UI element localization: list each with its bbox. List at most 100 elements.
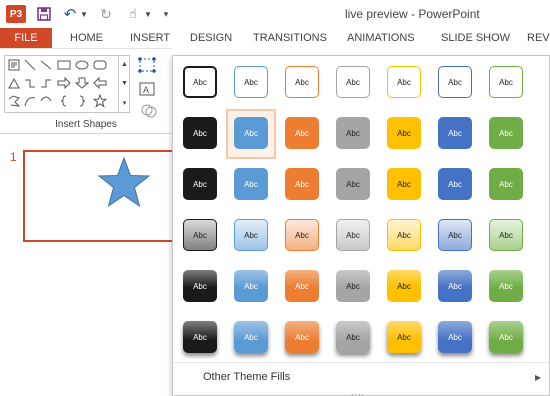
style-swatch-r6-c3[interactable]: Abc xyxy=(285,321,319,353)
style-swatch-r2-c2[interactable]: Abc xyxy=(234,117,268,149)
style-swatch-r3-c7[interactable]: Abc xyxy=(489,168,523,200)
style-swatch-r2-c4[interactable]: Abc xyxy=(336,117,370,149)
save-icon[interactable] xyxy=(36,5,52,23)
shape-styles-gallery: Other Theme Fills ▶ .... Abc Abc Abc Abc Abc… xyxy=(172,55,550,396)
tab-file[interactable]: FILE xyxy=(0,28,52,48)
style-swatch-r6-c2[interactable]: Abc xyxy=(234,321,268,353)
tab-slide-show[interactable]: SLIDE SHOW xyxy=(441,28,510,48)
left-brace-shape-icon[interactable] xyxy=(57,94,71,108)
arc-shape-icon[interactable] xyxy=(23,94,37,108)
style-swatch-r2-c5[interactable]: Abc xyxy=(387,117,421,149)
style-swatch-r3-c4[interactable]: Abc xyxy=(336,168,370,200)
style-swatch-r2-c3[interactable]: Abc xyxy=(285,117,319,149)
style-swatch-r5-c7[interactable]: Abc xyxy=(489,270,523,302)
style-swatch-r2-c7[interactable]: Abc xyxy=(489,117,523,149)
resize-grip-icon[interactable]: .... xyxy=(351,387,365,396)
arrow-left-shape-icon[interactable] xyxy=(93,76,107,90)
rectangle-shape-icon[interactable] xyxy=(57,58,71,72)
gallery-footer: Other Theme Fills ▶ .... xyxy=(173,362,549,396)
more-icon[interactable]: ▾ xyxy=(119,93,130,112)
ribbon-panel: ▲ ▼ ▾ A Insert Shapes xyxy=(0,48,172,134)
style-swatch-r1-c4[interactable]: Abc xyxy=(336,66,370,98)
curved-connector-shape-icon[interactable] xyxy=(39,76,53,90)
style-swatch-r5-c1[interactable]: Abc xyxy=(183,270,217,302)
window-title: live preview - PowerPoint xyxy=(345,7,480,21)
submenu-arrow-icon: ▶ xyxy=(535,373,542,382)
touch-dropdown-icon[interactable]: ▼ xyxy=(144,5,152,23)
elbow-connector-shape-icon[interactable] xyxy=(23,76,37,90)
style-swatch-r1-c2[interactable]: Abc xyxy=(234,66,268,98)
star-shape-icon[interactable] xyxy=(93,94,107,108)
powerpoint-logo-icon[interactable]: P3 xyxy=(6,5,26,23)
style-swatch-r6-c1[interactable]: Abc xyxy=(183,321,217,353)
style-swatch-r1-c3[interactable]: Abc xyxy=(285,66,319,98)
ribbon-tabs: FILE HOME INSERT DESIGN TRANSITIONS ANIM… xyxy=(0,28,550,48)
slide-number: 1 xyxy=(10,150,17,164)
style-swatch-r5-c4[interactable]: Abc xyxy=(336,270,370,302)
text-box-shape-icon[interactable] xyxy=(7,58,21,72)
style-swatch-r5-c2[interactable]: Abc xyxy=(234,270,268,302)
title-bar: P3 ↶ ▼ ↻ ☝ ▼ ▾ live preview - PowerPoint xyxy=(0,0,550,28)
style-swatch-r4-c2[interactable]: Abc xyxy=(234,219,268,251)
style-swatch-r5-c3[interactable]: Abc xyxy=(285,270,319,302)
arrow-down-shape-icon[interactable] xyxy=(75,76,89,90)
line-shape-icon[interactable] xyxy=(23,58,37,72)
style-swatch-r4-c6[interactable]: Abc xyxy=(438,219,472,251)
rounded-rectangle-shape-icon[interactable] xyxy=(93,58,107,72)
ribbon-group-label: Insert Shapes xyxy=(55,119,117,130)
redo-icon[interactable]: ↻ xyxy=(98,5,114,23)
style-swatch-r4-c3[interactable]: Abc xyxy=(285,219,319,251)
style-swatch-r4-c4[interactable]: Abc xyxy=(336,219,370,251)
scroll-up-icon[interactable]: ▲ xyxy=(119,55,130,74)
style-swatch-r3-c5[interactable]: Abc xyxy=(387,168,421,200)
style-swatch-r6-c4[interactable]: Abc xyxy=(336,321,370,353)
style-swatch-r4-c7[interactable]: Abc xyxy=(489,219,523,251)
powerpoint-window: P3 ↶ ▼ ↻ ☝ ▼ ▾ live preview - PowerPoint… xyxy=(0,0,550,396)
style-swatch-r4-c5[interactable]: Abc xyxy=(387,219,421,251)
tab-design[interactable]: DESIGN xyxy=(190,28,232,48)
touch-mode-icon[interactable]: ☝ xyxy=(124,5,142,23)
merge-shapes-icon[interactable] xyxy=(140,101,158,121)
style-swatch-r5-c5[interactable]: Abc xyxy=(387,270,421,302)
triangle-shape-icon[interactable] xyxy=(7,76,21,90)
other-theme-fills-menu-item[interactable]: Other Theme Fills xyxy=(203,371,290,383)
style-swatch-r2-c1[interactable]: Abc xyxy=(183,117,217,149)
style-swatch-r6-c5[interactable]: Abc xyxy=(387,321,421,353)
style-swatch-r2-c6[interactable]: Abc xyxy=(438,117,472,149)
star-shape-icon[interactable] xyxy=(97,156,151,210)
tab-home[interactable]: HOME xyxy=(70,28,103,48)
oval-shape-icon[interactable] xyxy=(75,58,89,72)
slide-thumbnail[interactable] xyxy=(23,150,183,242)
tab-transitions[interactable]: TRANSITIONS xyxy=(253,28,327,48)
style-swatch-r4-c1[interactable]: Abc xyxy=(183,219,217,251)
style-swatch-r5-c6[interactable]: Abc xyxy=(438,270,472,302)
undo-dropdown-icon[interactable]: ▼ xyxy=(80,5,88,23)
diagonal-line-shape-icon[interactable] xyxy=(39,58,53,72)
style-swatch-r1-c6[interactable]: Abc xyxy=(438,66,472,98)
undo-icon[interactable]: ↶ xyxy=(62,5,78,23)
style-swatch-r1-c1[interactable]: Abc xyxy=(183,66,217,98)
slide-thumbnails-pane: 1 xyxy=(0,135,183,396)
customize-icon[interactable]: ▾ xyxy=(160,5,172,23)
svg-text:A: A xyxy=(143,85,149,95)
style-swatch-r6-c6[interactable]: Abc xyxy=(438,321,472,353)
style-swatch-r6-c7[interactable]: Abc xyxy=(489,321,523,353)
arrow-right-shape-icon[interactable] xyxy=(57,76,71,90)
shapes-gallery[interactable] xyxy=(4,55,130,113)
right-brace-shape-icon[interactable] xyxy=(75,94,89,108)
curve-shape-icon[interactable] xyxy=(39,94,53,108)
style-swatch-r3-c6[interactable]: Abc xyxy=(438,168,472,200)
style-swatch-r1-c5[interactable]: Abc xyxy=(387,66,421,98)
shapes-gallery-scrollbar[interactable]: ▲ ▼ ▾ xyxy=(118,55,130,113)
tab-review[interactable]: REVI xyxy=(527,28,550,48)
tab-animations[interactable]: ANIMATIONS xyxy=(347,28,415,48)
style-swatch-r1-c7[interactable]: Abc xyxy=(489,66,523,98)
freeform-shape-icon[interactable] xyxy=(7,94,21,108)
style-swatch-r3-c2[interactable]: Abc xyxy=(234,168,268,200)
style-swatch-r3-c3[interactable]: Abc xyxy=(285,168,319,200)
text-box-icon[interactable]: A xyxy=(136,79,158,99)
tab-insert[interactable]: INSERT xyxy=(130,28,170,48)
edit-shape-icon[interactable] xyxy=(136,55,158,75)
style-swatch-r3-c1[interactable]: Abc xyxy=(183,168,217,200)
scroll-down-icon[interactable]: ▼ xyxy=(119,74,130,93)
